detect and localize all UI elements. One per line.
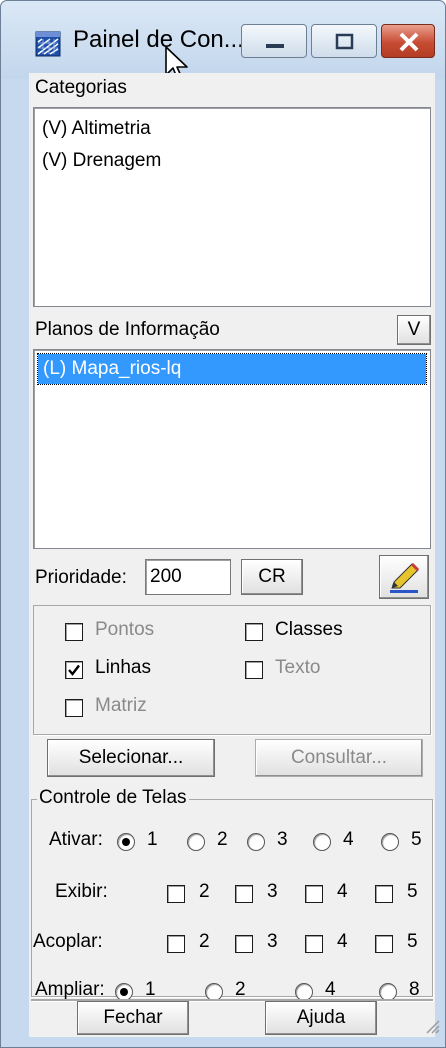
ativar-option-label: 1 xyxy=(147,829,158,850)
cr-button[interactable]: CR xyxy=(241,559,303,595)
acoplar-checkbox-5[interactable] xyxy=(375,935,393,953)
pontos-checkbox xyxy=(65,623,83,641)
title-bar[interactable]: Painel de Con... xyxy=(1,1,445,79)
list-item-selected[interactable]: (L) Mapa_rios-lq xyxy=(37,353,427,385)
acoplar-checkbox-3[interactable] xyxy=(235,935,253,953)
color-button[interactable] xyxy=(379,555,429,599)
grid-window-icon xyxy=(35,31,61,57)
minimize-icon xyxy=(266,44,284,48)
ampliar-label: Ampliar: xyxy=(35,979,105,1000)
texto-label: Texto xyxy=(275,657,321,678)
consultar-button: Consultar... xyxy=(255,739,423,777)
exibir-option-label: 2 xyxy=(199,881,210,902)
linhas-checkbox[interactable] xyxy=(65,661,83,679)
controle-title: Controle de Telas xyxy=(37,787,189,809)
close-button[interactable] xyxy=(381,24,435,58)
acoplar-option-label: 5 xyxy=(407,931,418,952)
pontos-label: Pontos xyxy=(95,619,155,640)
matriz-label: Matriz xyxy=(95,695,147,716)
categorias-list[interactable]: (V) Altimetria (V) Drenagem xyxy=(33,107,431,307)
minimize-button[interactable] xyxy=(241,24,307,58)
list-item[interactable]: (V) Drenagem xyxy=(42,150,161,172)
ativar-option-label: 2 xyxy=(217,829,228,850)
acoplar-checkbox-4[interactable] xyxy=(305,935,323,953)
exibir-option-label: 4 xyxy=(337,881,348,902)
planos-label: Planos de Informação xyxy=(35,319,220,340)
classes-label[interactable]: Classes xyxy=(275,619,343,641)
ativar-radio-4[interactable] xyxy=(313,833,331,851)
texto-checkbox xyxy=(245,661,263,679)
categorias-label: Categorias xyxy=(35,77,127,98)
prioridade-input[interactable]: 200 xyxy=(145,559,231,595)
ampliar-option-label: 1 xyxy=(145,979,156,1000)
fechar-button[interactable]: Fechar xyxy=(77,1001,189,1035)
pencil-color-icon xyxy=(390,562,420,593)
ativar-label: Ativar: xyxy=(49,829,103,850)
acoplar-checkbox-2[interactable] xyxy=(167,935,185,953)
close-icon xyxy=(399,32,419,52)
ativar-option-label: 3 xyxy=(277,829,288,850)
window: Painel de Con... Categorias (V) Altimetr… xyxy=(0,0,446,1048)
ativar-radio-3[interactable] xyxy=(247,833,265,851)
exibir-checkbox-2[interactable] xyxy=(167,885,185,903)
acoplar-option-label: 4 xyxy=(337,931,348,952)
selecionar-button[interactable]: Selecionar... xyxy=(47,739,215,777)
exibir-checkbox-3[interactable] xyxy=(235,885,253,903)
representacao-group xyxy=(33,605,431,735)
checkmark-icon xyxy=(68,664,80,676)
acoplar-option-label: 2 xyxy=(199,931,210,952)
planos-v-button[interactable]: V xyxy=(397,315,431,345)
ativar-radio-2[interactable] xyxy=(187,833,205,851)
exibir-checkbox-4[interactable] xyxy=(305,885,323,903)
window-title: Painel de Con... xyxy=(73,26,244,53)
exibir-option-label: 3 xyxy=(267,881,278,902)
maximize-button[interactable] xyxy=(311,24,377,58)
exibir-checkbox-5[interactable] xyxy=(375,885,393,903)
resize-grip-icon[interactable] xyxy=(421,1015,441,1040)
ativar-radio-1[interactable] xyxy=(117,833,135,851)
exibir-label: Exibir: xyxy=(55,881,108,902)
ampliar-option-label: 4 xyxy=(325,979,336,1000)
list-item[interactable]: (V) Altimetria xyxy=(42,118,151,140)
prioridade-label: Prioridade: xyxy=(35,567,127,588)
planos-list[interactable]: (L) Mapa_rios-lq xyxy=(33,349,431,549)
ampliar-option-label: 2 xyxy=(235,979,246,1000)
ativar-radio-5[interactable] xyxy=(381,833,399,851)
acoplar-label: Acoplar: xyxy=(33,931,103,952)
ajuda-button[interactable]: Ajuda xyxy=(265,1001,377,1035)
classes-checkbox[interactable] xyxy=(245,623,263,641)
panel-body: Categorias (V) Altimetria (V) Drenagem P… xyxy=(29,73,435,1037)
matriz-checkbox xyxy=(65,699,83,717)
linhas-label[interactable]: Linhas xyxy=(95,657,151,679)
exibir-option-label: 5 xyxy=(407,881,418,902)
acoplar-option-label: 3 xyxy=(267,931,278,952)
maximize-icon xyxy=(335,33,354,50)
ativar-option-label: 5 xyxy=(411,829,422,850)
ativar-option-label: 4 xyxy=(343,829,354,850)
ampliar-option-label: 8 xyxy=(409,979,420,1000)
